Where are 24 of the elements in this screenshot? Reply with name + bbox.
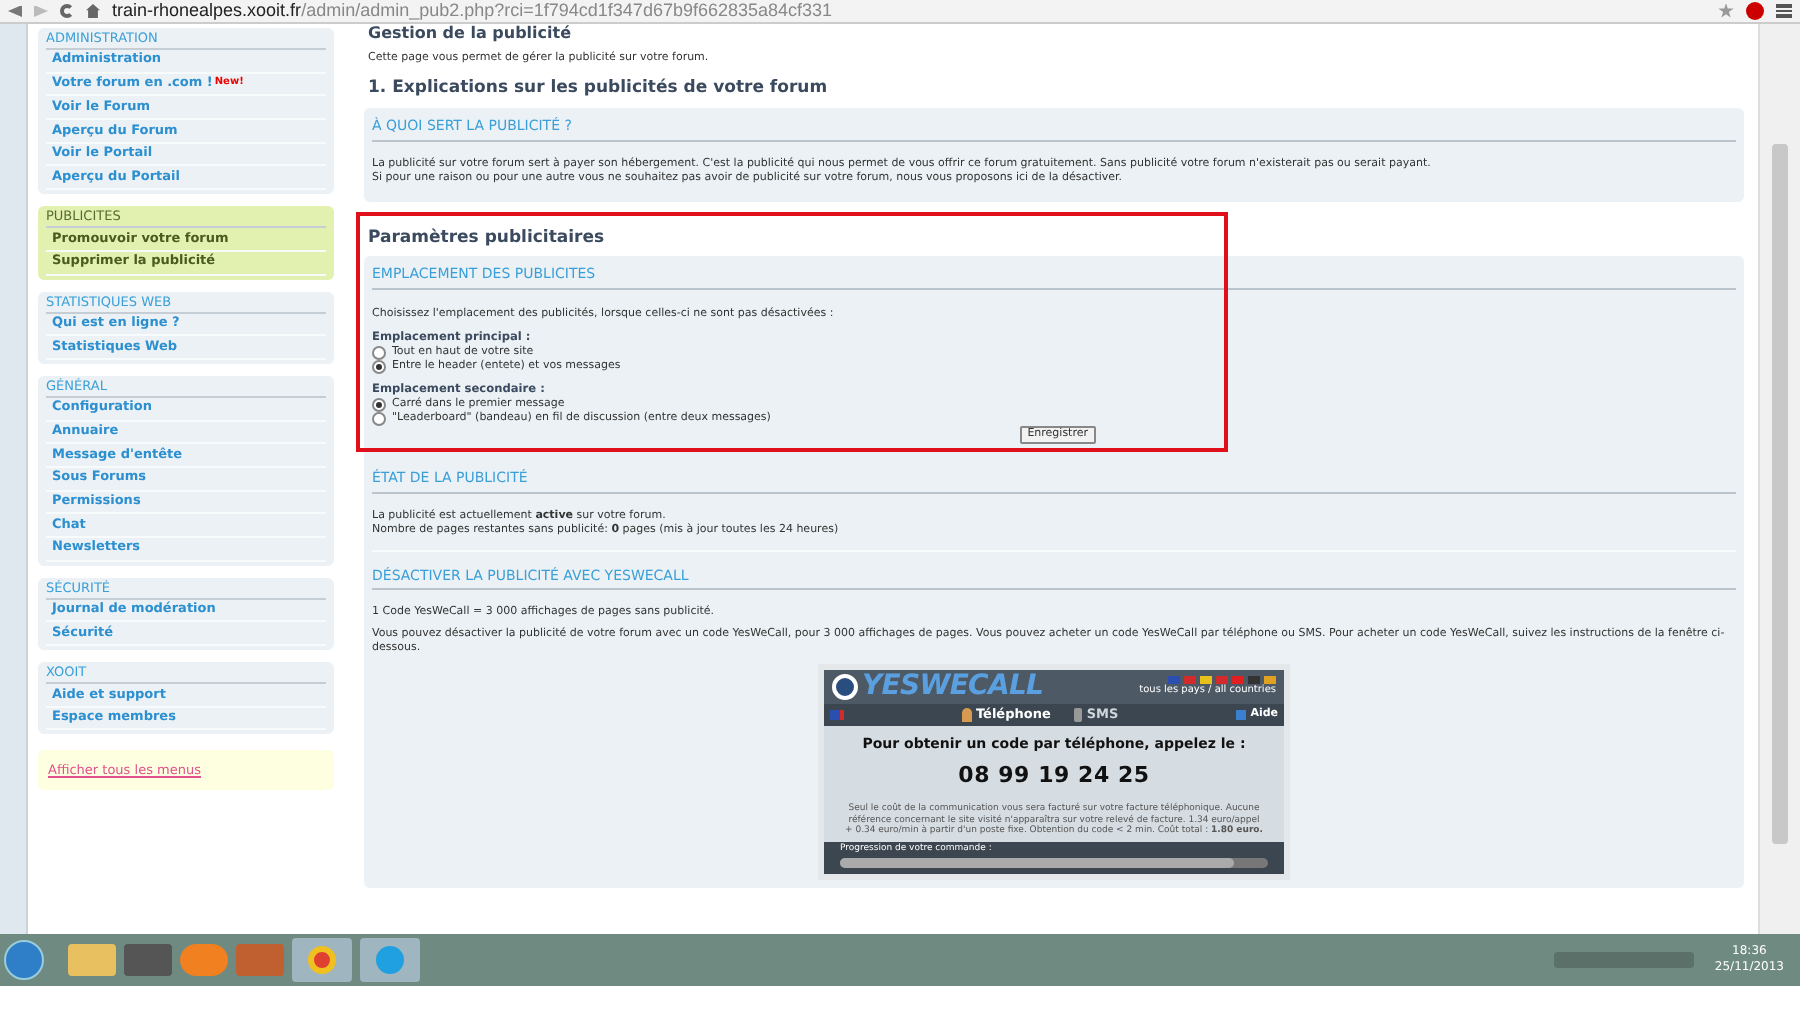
section-title: 1. Explications sur les publicités de votre forum [368, 76, 830, 102]
start-button[interactable] [4, 940, 44, 980]
chat-app-icon[interactable] [360, 938, 420, 982]
flag-icon[interactable] [1264, 675, 1276, 684]
radio-button[interactable] [372, 360, 386, 374]
mobile-phone-icon [1074, 708, 1083, 722]
person-icon [961, 708, 972, 722]
page-title: Gestion de la publicité [368, 24, 574, 42]
browser-icon[interactable] [292, 938, 352, 982]
url-text[interactable]: train-rhonealpes.xooit.fr/admin/admin_pub2.php?rci=1f794cd1f347d67b9f662835a84cf331 [112, 0, 833, 25]
yeswecall-logo: YESWECALL [862, 668, 1044, 706]
reload-icon[interactable] [60, 4, 74, 18]
menu-icon[interactable] [1776, 4, 1792, 18]
flag-icon[interactable] [1200, 675, 1212, 684]
radio-button[interactable] [372, 412, 386, 426]
settings-title: Paramètres publicitaires [368, 225, 607, 251]
flag-icon[interactable] [1248, 675, 1260, 684]
padlock-icon [832, 674, 858, 700]
home-icon[interactable] [86, 4, 100, 18]
radio-button[interactable] [372, 346, 386, 360]
phone-number: 08 99 19 24 25 [958, 759, 1150, 791]
player-icon[interactable] [180, 944, 228, 976]
radio-button[interactable] [372, 398, 386, 412]
extension-icon[interactable] [1746, 2, 1764, 20]
